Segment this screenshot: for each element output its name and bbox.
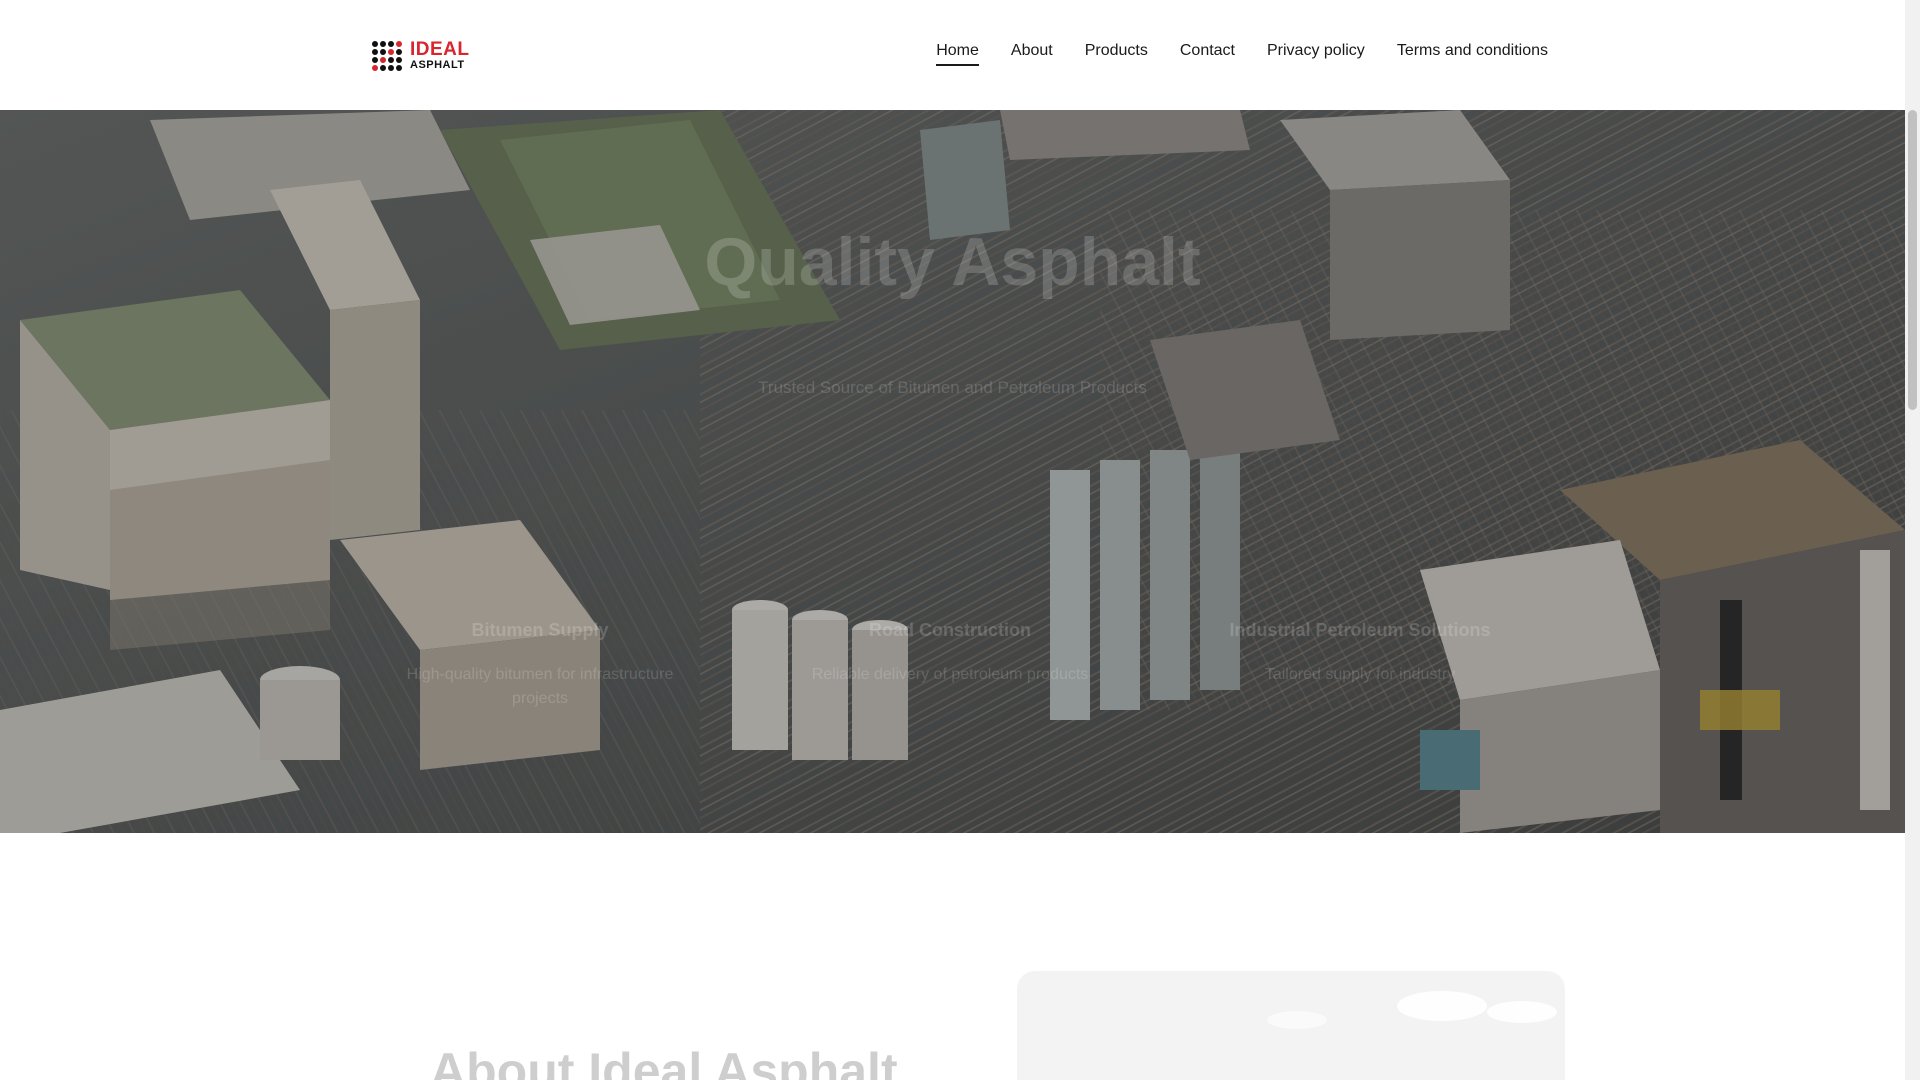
logo-dots-icon [372,40,402,71]
hero-subtitle: Trusted Source of Bitumen and Petroleum … [758,378,1147,397]
site-header: IDEAL ASPHALT Home About Products Contac… [0,0,1905,110]
hero-title: Quality Asphalt [704,224,1201,300]
nav-link-home[interactable]: Home [936,42,979,66]
nav-link-about[interactable]: About [1011,42,1053,66]
feature-industrial-petroleum: Industrial Petroleum Solutions Tailored … [1210,620,1510,687]
feature-description: Tailored supply for industry [1264,666,1456,683]
about-image-card [1017,971,1565,1080]
nav-link-contact[interactable]: Contact [1180,42,1235,66]
about-title: About Ideal Asphalt [430,1043,898,1080]
feature-title: Bitumen Supply [471,620,609,640]
feature-title: Industrial Petroleum Solutions [1229,620,1491,640]
feature-description: Reliable delivery of petroleum products [811,666,1089,683]
logo[interactable]: IDEAL ASPHALT [372,40,470,71]
logo-text-primary: IDEAL [410,39,470,60]
hero-section: Quality Asphalt Trusted Source of Bitume… [0,110,1905,833]
page-scrollbar[interactable] [1905,0,1920,1080]
feature-description: High-quality bitumen for infrastructure … [406,666,674,707]
nav-link-products[interactable]: Products [1085,42,1148,66]
nav-link-privacy-policy[interactable]: Privacy policy [1267,42,1365,66]
feature-bitumen-supply: Bitumen Supply High-quality bitumen for … [390,620,690,711]
scrollbar-thumb[interactable] [1908,110,1917,410]
feature-road-construction: Road Construction Reliable delivery of p… [800,620,1100,687]
logo-text-secondary: ASPHALT [410,59,465,71]
feature-title: Road Construction [869,620,1031,640]
main-nav: Home About Products Contact Privacy poli… [936,42,1548,66]
nav-link-terms-and-conditions[interactable]: Terms and conditions [1397,42,1548,66]
